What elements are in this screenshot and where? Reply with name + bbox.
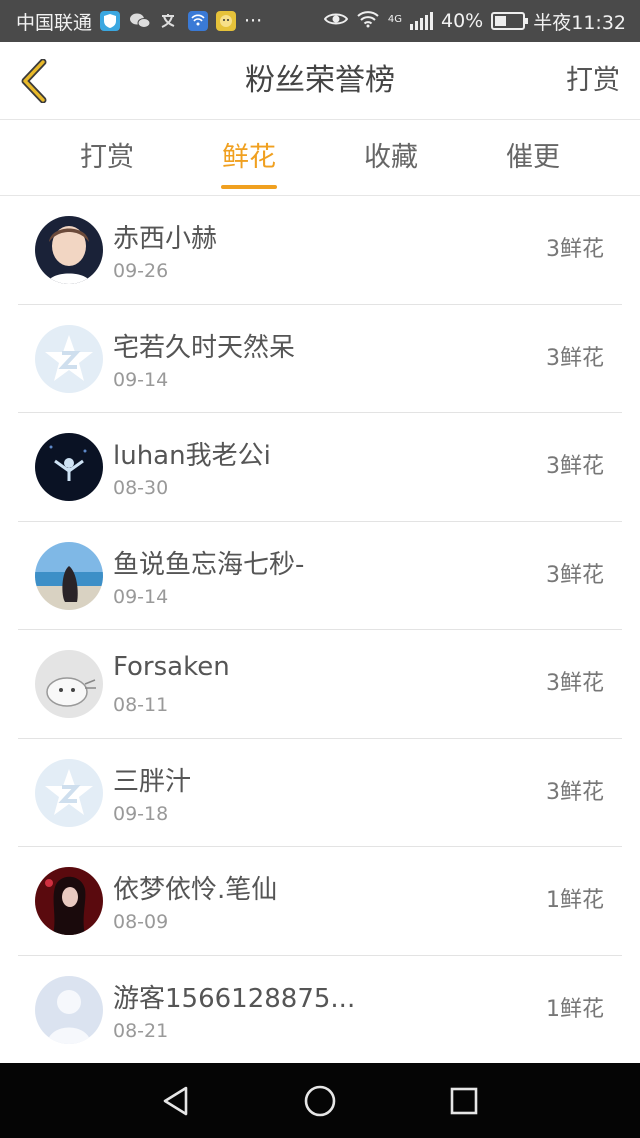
status-right: 4G 40% 半夜11:32 xyxy=(323,8,626,35)
fan-list: 赤西小赫 09-26 3鲜花 宅若久时天然呆 09-14 3鲜花 luhan我老… xyxy=(0,196,640,1064)
system-nav-bar xyxy=(0,1063,640,1138)
system-back-button[interactable] xyxy=(153,1078,199,1124)
fan-date: 08-21 xyxy=(113,1019,169,1042)
nav-bar: 粉丝荣誉榜 打赏 xyxy=(0,42,640,120)
fan-date: 08-30 xyxy=(113,477,169,499)
default-avatar[interactable] xyxy=(35,758,103,827)
page-title: 粉丝荣誉榜 xyxy=(245,63,395,98)
mascot-app-icon xyxy=(216,11,237,31)
flower-count: 3鲜花 xyxy=(546,562,604,588)
default-avatar[interactable] xyxy=(35,975,103,1044)
flower-count: 1鲜花 xyxy=(546,888,604,913)
fan-name: luhan我老公i xyxy=(113,441,271,471)
battery-icon xyxy=(491,12,529,30)
flower-count: 3鲜花 xyxy=(546,671,604,696)
reward-button[interactable]: 打赏 xyxy=(566,42,620,120)
flower-count: 1鲜花 xyxy=(546,996,604,1022)
tab-label: 打赏 xyxy=(80,142,134,173)
recents-square-icon xyxy=(450,1087,478,1114)
system-recents-button[interactable] xyxy=(441,1078,487,1124)
signal-icon xyxy=(410,12,433,30)
fan-name: 依梦依怜.笔仙 xyxy=(113,875,278,905)
more-notifications-icon: ··· xyxy=(244,10,263,32)
fan-name: 鱼说鱼忘海七秒- xyxy=(113,549,305,580)
fan-row[interactable]: Forsaken 08-11 3鲜花 xyxy=(18,630,622,739)
fan-date: 09-14 xyxy=(113,368,169,391)
tab-bar: 打赏 鲜花 收藏 催更 xyxy=(0,120,640,196)
system-home-button[interactable] xyxy=(297,1078,343,1124)
clock: 半夜11:32 xyxy=(533,11,626,34)
tab-label: 催更 xyxy=(506,142,560,173)
back-triangle-icon xyxy=(163,1086,188,1115)
default-avatar[interactable] xyxy=(35,324,103,393)
tab-reward[interactable]: 打赏 xyxy=(36,120,178,195)
tab-label: 收藏 xyxy=(364,142,418,173)
translate-icon xyxy=(160,11,180,31)
fan-name: Forsaken xyxy=(113,652,230,682)
battery-fill xyxy=(495,16,506,26)
tab-urge-update[interactable]: 催更 xyxy=(462,120,604,195)
fan-date: 09-14 xyxy=(113,585,169,608)
fan-name: 游客1566128875... xyxy=(113,983,356,1014)
fan-row[interactable]: 鱼说鱼忘海七秒- 09-14 3鲜花 xyxy=(18,522,622,630)
eye-comfort-icon xyxy=(323,10,349,32)
tab-flowers[interactable]: 鲜花 xyxy=(178,120,320,195)
fan-date: 08-09 xyxy=(113,911,169,933)
wifi-icon xyxy=(356,10,380,33)
network-type-label: 4G xyxy=(387,13,402,25)
wifi-calling-icon xyxy=(188,11,209,31)
chevron-left-icon xyxy=(21,59,47,103)
battery-percent: 40% xyxy=(441,10,484,32)
tab-favorites[interactable]: 收藏 xyxy=(320,120,462,195)
fan-row[interactable]: 三胖汁 09-18 3鲜花 xyxy=(18,739,622,847)
fan-row[interactable]: 赤西小赫 09-26 3鲜花 xyxy=(18,196,622,305)
status-bar: 中国联通 ··· 4G 40% 半夜11:32 xyxy=(0,0,640,42)
carrier-label: 中国联通 xyxy=(16,11,93,34)
avatar[interactable] xyxy=(35,541,103,610)
fan-row[interactable]: 宅若久时天然呆 09-14 3鲜花 xyxy=(18,305,622,413)
fan-date: 08-11 xyxy=(113,694,169,716)
tab-label: 鲜花 xyxy=(222,142,276,173)
flower-count: 3鲜花 xyxy=(546,345,604,371)
avatar[interactable] xyxy=(35,216,103,284)
fan-name: 三胖汁 xyxy=(113,766,192,797)
fan-date: 09-18 xyxy=(113,802,169,825)
avatar[interactable] xyxy=(35,650,103,718)
avatar[interactable] xyxy=(35,867,103,935)
fan-row[interactable]: luhan我老公i 08-30 3鲜花 xyxy=(18,413,622,522)
fan-name: 赤西小赫 xyxy=(113,224,218,254)
flower-count: 3鲜花 xyxy=(546,779,604,805)
status-left: 中国联通 ··· xyxy=(16,8,262,35)
flower-count: 3鲜花 xyxy=(546,454,604,479)
flower-count: 3鲜花 xyxy=(546,237,604,262)
fan-date: 09-26 xyxy=(113,260,169,282)
home-circle-icon xyxy=(304,1085,336,1116)
fan-row[interactable]: 游客1566128875... 08-21 1鲜花 xyxy=(18,956,622,1064)
shield-icon xyxy=(100,11,121,31)
avatar[interactable] xyxy=(35,433,103,501)
fan-row[interactable]: 依梦依怜.笔仙 08-09 1鲜花 xyxy=(18,847,622,956)
active-tab-indicator xyxy=(221,185,277,189)
wechat-icon xyxy=(128,11,152,31)
fan-name: 宅若久时天然呆 xyxy=(113,332,296,363)
back-button[interactable] xyxy=(14,58,54,104)
